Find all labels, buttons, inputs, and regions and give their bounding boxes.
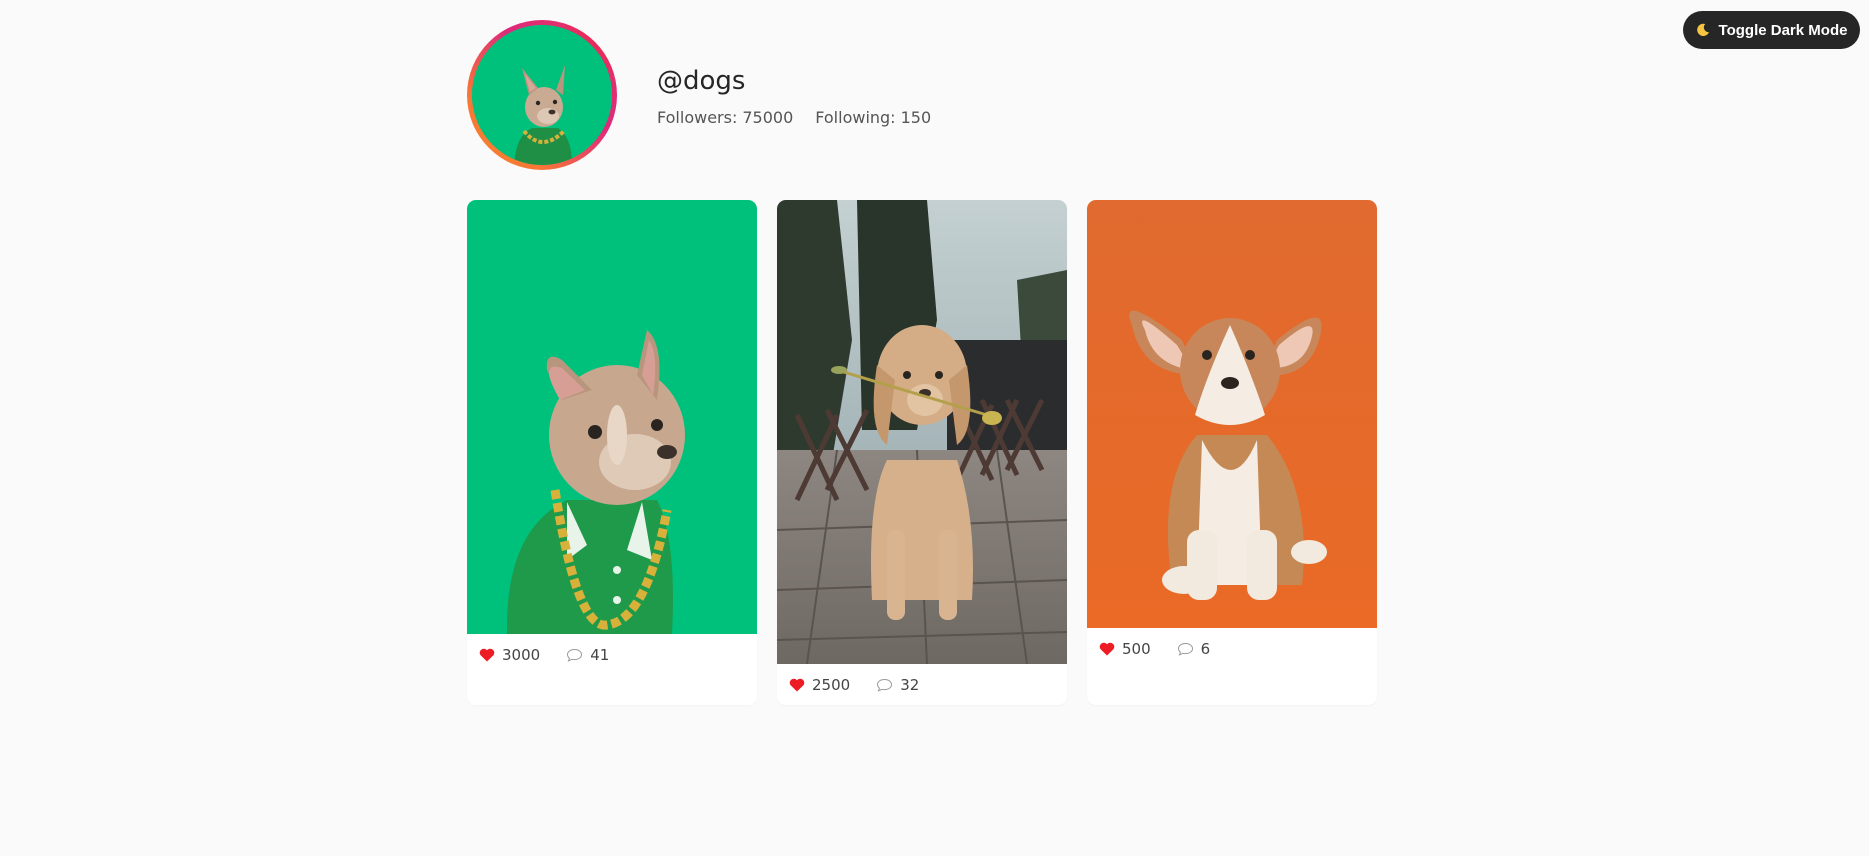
heart-icon[interactable] <box>1099 642 1115 656</box>
likes-count: 3000 <box>502 646 541 664</box>
avatar-ring <box>467 20 617 170</box>
comments-count: 41 <box>590 646 610 664</box>
comment-icon[interactable] <box>876 678 893 692</box>
likes[interactable]: 500 <box>1099 640 1151 658</box>
following-label: Following: <box>815 108 896 127</box>
profile-header: @dogs Followers: 75000 Following: 150 <box>467 20 1381 170</box>
followers-count: 75000 <box>742 108 794 127</box>
avatar-dog-image <box>472 25 612 165</box>
comments[interactable]: 41 <box>566 646 609 664</box>
post-card[interactable]: 3000 41 <box>467 200 757 705</box>
following-stat[interactable]: Following: 150 <box>815 108 931 127</box>
post-card[interactable]: 500 6 <box>1087 200 1377 705</box>
comments-count: 32 <box>900 676 920 694</box>
post-meta: 500 6 <box>1087 628 1377 670</box>
post-meta: 2500 32 <box>777 664 1067 705</box>
toggle-dark-mode-button[interactable]: Toggle Dark Mode <box>1683 11 1860 49</box>
avatar[interactable] <box>472 25 612 165</box>
comment-icon[interactable] <box>566 648 583 662</box>
profile-stats: Followers: 75000 Following: 150 <box>657 108 931 127</box>
post-image[interactable] <box>1087 200 1377 628</box>
profile-username: @dogs <box>657 66 746 96</box>
comments-count: 6 <box>1200 640 1211 658</box>
comments[interactable]: 32 <box>876 676 919 694</box>
likes-count: 2500 <box>812 676 851 694</box>
likes[interactable]: 2500 <box>789 676 850 694</box>
post-image[interactable] <box>777 200 1067 664</box>
toggle-dark-mode-label: Toggle Dark Mode <box>1718 21 1848 39</box>
post-card[interactable]: 2500 32 <box>777 200 1067 705</box>
moon-icon <box>1696 23 1709 37</box>
comments[interactable]: 6 <box>1177 640 1211 658</box>
followers-stat[interactable]: Followers: 75000 <box>657 108 793 127</box>
heart-icon[interactable] <box>479 648 495 662</box>
likes-count: 500 <box>1122 640 1151 658</box>
post-meta: 3000 41 <box>467 634 757 676</box>
followers-label: Followers: <box>657 108 738 127</box>
heart-icon[interactable] <box>789 678 805 692</box>
following-count: 150 <box>900 108 932 127</box>
comment-icon[interactable] <box>1177 642 1194 656</box>
likes[interactable]: 3000 <box>479 646 540 664</box>
post-image[interactable] <box>467 200 757 634</box>
